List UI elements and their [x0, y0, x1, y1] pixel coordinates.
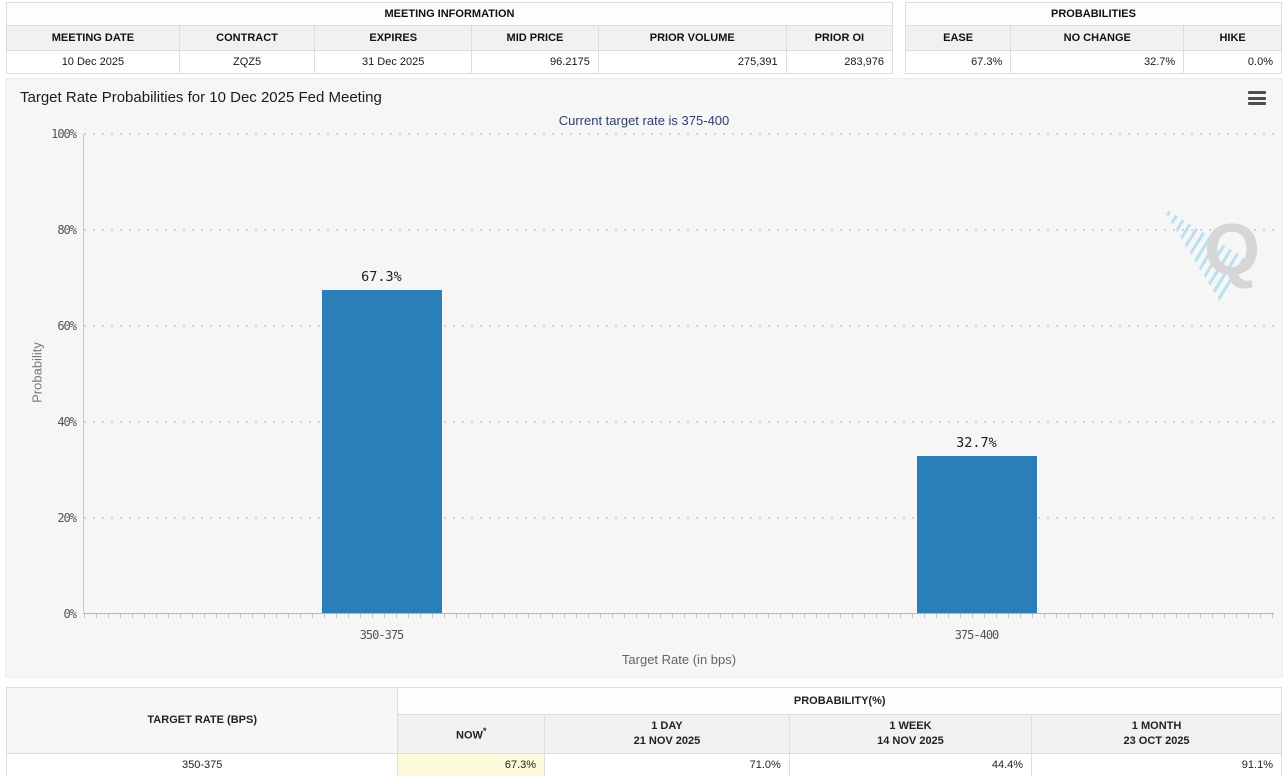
one-week-value: 44.4%	[789, 753, 1031, 776]
mid-price-value: 96.2175	[472, 51, 599, 74]
hike-value: 0.0%	[1184, 51, 1282, 74]
y-tick-40: 40%	[57, 415, 76, 429]
col-prior-oi: PRIOR OI	[786, 26, 892, 51]
probability-history-table: TARGET RATE (BPS) PROBABILITY(%) NOW* 1 …	[6, 687, 1282, 776]
meeting-date-value: 10 Dec 2025	[7, 51, 180, 74]
col-ease: EASE	[906, 26, 1011, 51]
gridline-20	[84, 517, 1274, 519]
meeting-information-title: MEETING INFORMATION	[7, 3, 893, 26]
gridline-60	[84, 325, 1274, 327]
meeting-information-row: 10 Dec 2025 ZQZ5 31 Dec 2025 96.2175 275…	[7, 51, 893, 74]
x-tick-350-375: 350-375	[360, 628, 404, 642]
chart-menu-icon[interactable]	[1248, 91, 1266, 105]
target-rate-chart-panel: Target Rate Probabilities for 10 Dec 202…	[5, 78, 1283, 678]
x-axis-minor-ticks	[84, 614, 1274, 618]
col-contract: CONTRACT	[179, 26, 315, 51]
probability-pct-header: PROBABILITY(%)	[398, 688, 1282, 715]
col-prior-volume: PRIOR VOLUME	[598, 26, 786, 51]
chart-subtitle: Current target rate is 375-400	[6, 113, 1282, 128]
now-header: NOW*	[398, 715, 545, 754]
bar-350-375: 67.3%	[322, 133, 442, 613]
y-tick-100: 100%	[51, 127, 76, 141]
x-axis-title: Target Rate (in bps)	[84, 652, 1274, 667]
gridline-100	[84, 133, 1274, 135]
one-day-value: 71.0%	[545, 753, 790, 776]
probabilities-title: PROBABILITIES	[906, 3, 1282, 26]
col-expires: EXPIRES	[315, 26, 472, 51]
bar-rect-350-375[interactable]	[322, 290, 442, 613]
col-meeting-date: MEETING DATE	[7, 26, 180, 51]
now-value: 67.3%	[398, 753, 545, 776]
no-change-value: 32.7%	[1011, 51, 1184, 74]
y-tick-0: 0%	[64, 607, 76, 621]
bar-375-400: 32.7%	[917, 133, 1037, 613]
ease-value: 67.3%	[906, 51, 1011, 74]
chart-area: Probability 100% 80% 60% 40% 20% 0% 67.3…	[6, 130, 1282, 666]
gridline-40	[84, 421, 1274, 423]
one-month-value: 91.1%	[1032, 753, 1282, 776]
plot-area: 67.3% 32.7% 350-375 375-400 Target Rate …	[83, 134, 1274, 614]
x-tick-375-400: 375-400	[955, 628, 999, 642]
chart-title: Target Rate Probabilities for 10 Dec 202…	[20, 89, 1268, 106]
bar-value-label: 67.3%	[361, 269, 402, 285]
y-tick-20: 20%	[57, 511, 76, 525]
prior-volume-value: 275,391	[598, 51, 786, 74]
y-tick-80: 80%	[57, 223, 76, 237]
y-axis-ticks: 100% 80% 60% 40% 20% 0%	[6, 134, 76, 614]
one-day-header: 1 DAY21 NOV 2025	[545, 715, 790, 754]
col-hike: HIKE	[1184, 26, 1282, 51]
target-rate-bps-header: TARGET RATE (BPS)	[7, 688, 398, 754]
one-month-header: 1 MONTH23 OCT 2025	[1032, 715, 1282, 754]
table-row-350-375: 350-375 67.3% 71.0% 44.4% 91.1%	[7, 753, 1282, 776]
contract-value: ZQZ5	[179, 51, 315, 74]
probabilities-summary-table: PROBABILITIES EASE NO CHANGE HIKE 67.3% …	[905, 2, 1282, 74]
summary-tables: MEETING INFORMATION MEETING DATE CONTRAC…	[0, 0, 1288, 74]
y-tick-60: 60%	[57, 319, 76, 333]
col-no-change: NO CHANGE	[1011, 26, 1184, 51]
bar-rect-375-400[interactable]	[917, 456, 1037, 613]
prior-oi-value: 283,976	[786, 51, 892, 74]
col-mid-price: MID PRICE	[472, 26, 599, 51]
rate-cell: 350-375	[7, 753, 398, 776]
bar-value-label: 32.7%	[956, 435, 997, 451]
gridline-80	[84, 229, 1274, 231]
meeting-information-table: MEETING INFORMATION MEETING DATE CONTRAC…	[6, 2, 893, 74]
now-asterisk: *	[483, 726, 487, 736]
one-week-header: 1 WEEK14 NOV 2025	[789, 715, 1031, 754]
expires-value: 31 Dec 2025	[315, 51, 472, 74]
probabilities-row: 67.3% 32.7% 0.0%	[906, 51, 1282, 74]
